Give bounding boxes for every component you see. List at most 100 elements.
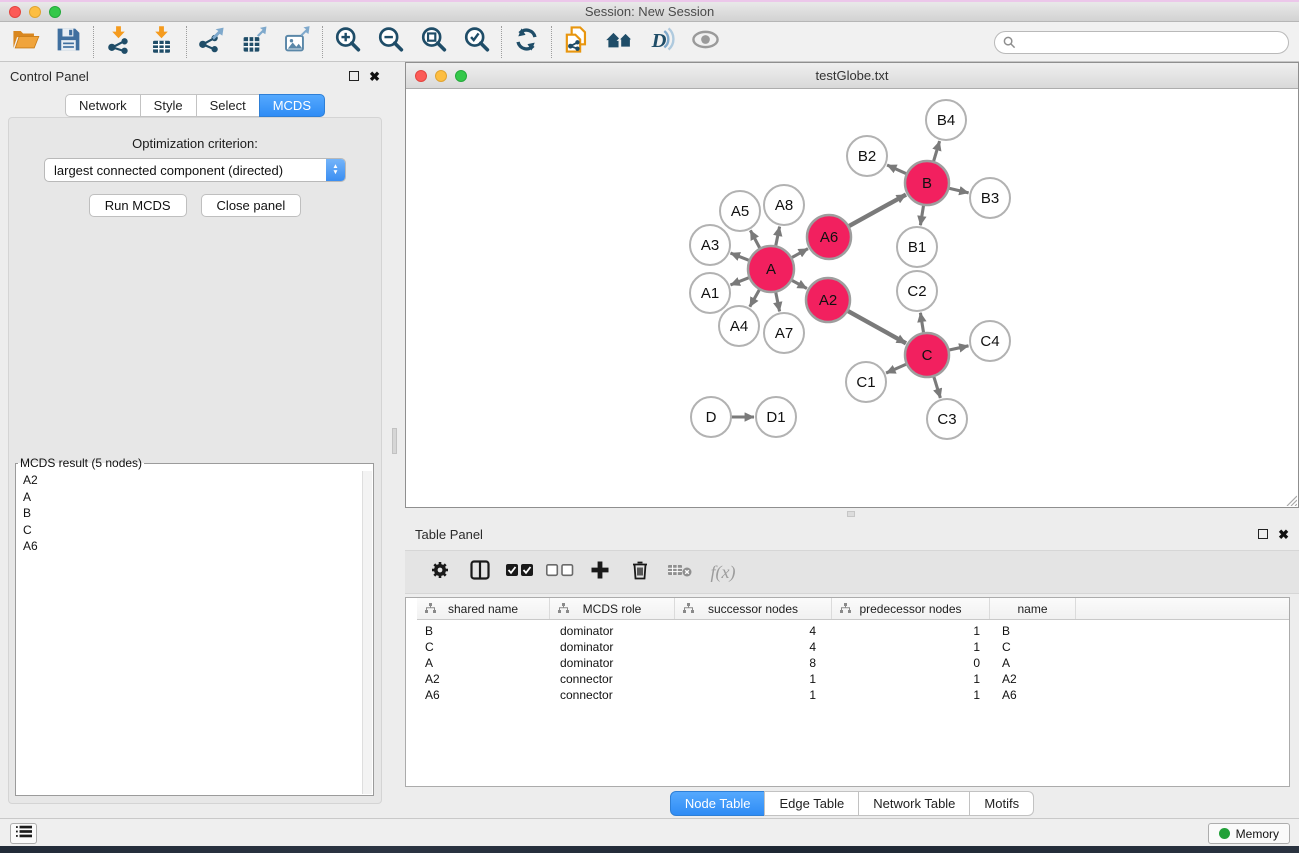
graph-edge-A-A7[interactable]: [775, 291, 779, 312]
mcds-result-scrollbar[interactable]: [362, 471, 372, 794]
zoom-out-button[interactable]: [369, 25, 412, 59]
table-row[interactable]: Cdominator41C: [417, 639, 1289, 655]
table-cell[interactable]: B: [417, 624, 550, 638]
table-cell[interactable]: 1: [675, 672, 832, 686]
table-cell[interactable]: A6: [417, 688, 550, 702]
column-header-MCDS-role[interactable]: MCDS role: [550, 598, 675, 619]
table-cell[interactable]: dominator: [550, 624, 675, 638]
mcds-result-item[interactable]: A: [17, 489, 361, 506]
import-table-button[interactable]: [140, 25, 183, 59]
table-row[interactable]: A6connector11A6: [417, 687, 1289, 703]
import-network-button[interactable]: [97, 25, 140, 59]
optimization-criterion-select[interactable]: largest connected component (directed) ▲…: [44, 158, 346, 182]
mcds-result-item[interactable]: C: [17, 522, 361, 539]
zoom-selected-button[interactable]: [455, 25, 498, 59]
deselect-all-button[interactable]: [542, 555, 578, 589]
table-cell[interactable]: A6: [990, 688, 1076, 702]
table-row[interactable]: Bdominator41B: [417, 623, 1289, 639]
graph-edge-A-A6[interactable]: [790, 249, 808, 259]
annotations-button[interactable]: D: [641, 25, 684, 59]
tab-network[interactable]: Network: [65, 94, 141, 117]
graph-edge-A-A1[interactable]: [731, 277, 751, 285]
table-cell[interactable]: 4: [675, 624, 832, 638]
graph-edge-C-C2[interactable]: [920, 313, 923, 335]
table-cell[interactable]: dominator: [550, 656, 675, 670]
table-cell[interactable]: 1: [832, 688, 990, 702]
network-graph[interactable]: B4B2BB3A8A5A6A3B1AC2A1A2A4A7C4CC1DD1C3: [406, 89, 1298, 508]
mcds-result-item[interactable]: A2: [17, 472, 361, 489]
export-network-button[interactable]: [190, 25, 233, 59]
graph-edge-A-A8[interactable]: [775, 227, 779, 248]
table-cell[interactable]: 1: [675, 688, 832, 702]
export-table-button[interactable]: [233, 25, 276, 59]
clone-network-button[interactable]: [555, 25, 598, 59]
graph-edge-B-B3[interactable]: [947, 188, 968, 193]
table-cell[interactable]: A2: [990, 672, 1076, 686]
graph-edge-A6-B[interactable]: [847, 195, 906, 227]
graph-edge-B-B4[interactable]: [933, 141, 940, 163]
graph-edge-C-C3[interactable]: [933, 375, 940, 398]
run-mcds-button[interactable]: Run MCDS: [89, 194, 187, 217]
tab-motifs[interactable]: Motifs: [969, 791, 1034, 816]
table-cell[interactable]: 0: [832, 656, 990, 670]
tab-select[interactable]: Select: [196, 94, 260, 117]
tab-edge-table[interactable]: Edge Table: [764, 791, 859, 816]
tab-network-table[interactable]: Network Table: [858, 791, 970, 816]
table-cell[interactable]: dominator: [550, 640, 675, 654]
graph-edge-B-B1[interactable]: [920, 204, 923, 226]
tab-node-table[interactable]: Node Table: [670, 791, 766, 816]
table-cell[interactable]: A: [990, 656, 1076, 670]
table-cell[interactable]: 1: [832, 624, 990, 638]
mcds-result-list[interactable]: A2ABCA6: [17, 472, 361, 794]
delete-table-button[interactable]: [662, 555, 698, 589]
float-panel-icon[interactable]: [349, 71, 359, 81]
network-canvas[interactable]: B4B2BB3A8A5A6A3B1AC2A1A2A4A7C4CC1DD1C3: [406, 89, 1298, 507]
column-header-name[interactable]: name: [990, 598, 1076, 619]
search-input[interactable]: [1021, 36, 1280, 50]
table-cell[interactable]: C: [990, 640, 1076, 654]
graph-edge-B-B2[interactable]: [887, 165, 908, 174]
first-neighbors-button[interactable]: [598, 25, 641, 59]
table-cell[interactable]: C: [417, 640, 550, 654]
graph-edge-A-A3[interactable]: [731, 253, 751, 261]
table-cell[interactable]: A: [417, 656, 550, 670]
close-panel-button[interactable]: Close panel: [201, 194, 302, 217]
delete-columns-button[interactable]: [622, 555, 658, 589]
graph-edge-C-C1[interactable]: [886, 364, 908, 374]
close-table-panel-icon[interactable]: ✖: [1278, 528, 1289, 541]
column-header-predecessor-nodes[interactable]: predecessor nodes: [832, 598, 990, 619]
graph-edge-A2-C[interactable]: [846, 310, 906, 343]
memory-button[interactable]: Memory: [1208, 823, 1290, 844]
table-cell[interactable]: B: [990, 624, 1076, 638]
function-builder-button[interactable]: f(x): [702, 555, 738, 589]
close-panel-icon[interactable]: ✖: [369, 70, 380, 83]
show-hide-button[interactable]: [684, 25, 727, 59]
table-cell[interactable]: 8: [675, 656, 832, 670]
graph-edge-A-A5[interactable]: [750, 230, 760, 249]
search-field[interactable]: [994, 31, 1289, 54]
resize-grip[interactable]: [1284, 493, 1297, 506]
table-settings-button[interactable]: [422, 555, 458, 589]
graph-edge-C-C4[interactable]: [948, 346, 969, 351]
horizontal-splitter-handle[interactable]: [847, 511, 855, 517]
float-table-panel-icon[interactable]: [1258, 529, 1268, 539]
select-all-button[interactable]: [502, 555, 538, 589]
tab-mcds[interactable]: MCDS: [259, 94, 325, 117]
mcds-result-item[interactable]: A6: [17, 538, 361, 555]
show-columns-button[interactable]: [462, 555, 498, 589]
apply-layout-button[interactable]: [505, 25, 548, 59]
mcds-result-item[interactable]: B: [17, 505, 361, 522]
vertical-splitter-handle[interactable]: [392, 428, 397, 454]
table-row[interactable]: Adominator80A: [417, 655, 1289, 671]
export-image-button[interactable]: [276, 25, 319, 59]
table-cell[interactable]: 4: [675, 640, 832, 654]
zoom-fit-button[interactable]: [412, 25, 455, 59]
table-cell[interactable]: connector: [550, 688, 675, 702]
zoom-in-button[interactable]: [326, 25, 369, 59]
table-cell[interactable]: 1: [832, 640, 990, 654]
graph-edge-A-A4[interactable]: [750, 288, 760, 307]
column-header-shared-name[interactable]: shared name: [417, 598, 550, 619]
table-cell[interactable]: A2: [417, 672, 550, 686]
graph-edge-A-A2[interactable]: [790, 280, 807, 289]
column-header-successor-nodes[interactable]: successor nodes: [675, 598, 832, 619]
